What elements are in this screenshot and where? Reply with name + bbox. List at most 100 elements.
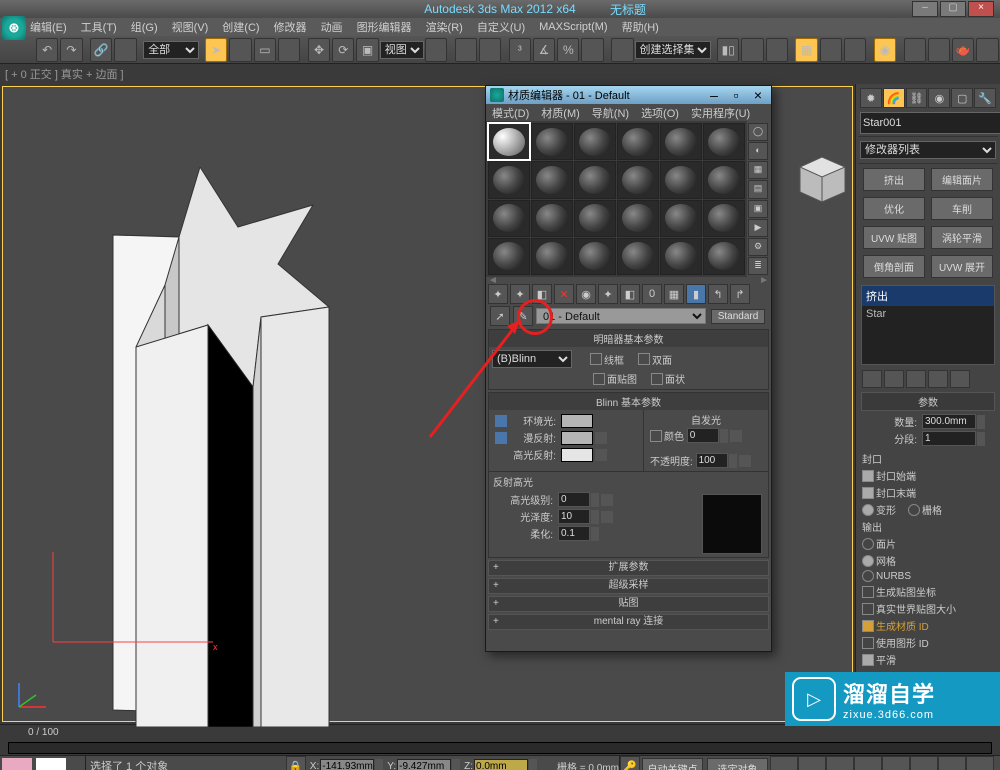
- input-soften[interactable]: 0.1: [558, 526, 590, 541]
- spinner-segs[interactable]: [977, 432, 985, 446]
- rotate-button[interactable]: ⟳: [332, 38, 354, 62]
- pct-snap-button[interactable]: %: [557, 38, 579, 62]
- prev-frame-button[interactable]: [798, 756, 826, 770]
- menu-modify[interactable]: 修改器: [274, 19, 307, 35]
- input-amount[interactable]: 300.0mm: [922, 414, 976, 429]
- material-name-input[interactable]: 01 - Default: [536, 308, 706, 324]
- selection-set[interactable]: 创建选择集: [635, 41, 711, 59]
- track-bar[interactable]: [8, 742, 992, 754]
- me-menu-nav[interactable]: 导航(N): [592, 105, 629, 121]
- btn-turbo[interactable]: 涡轮平滑: [931, 226, 993, 249]
- input-segs[interactable]: 1: [922, 431, 976, 446]
- stack-unique-button[interactable]: [906, 370, 926, 388]
- rollout-mentalray[interactable]: mental ray 连接: [488, 614, 769, 630]
- shader-select[interactable]: (B)Blinn: [492, 350, 572, 368]
- menu-create[interactable]: 创建(C): [222, 19, 259, 35]
- sample-slot[interactable]: [703, 123, 745, 160]
- me-showmap-button[interactable]: ▦: [664, 284, 684, 304]
- render-setup-button[interactable]: [904, 38, 926, 62]
- tab-utilities[interactable]: 🔧: [974, 88, 996, 108]
- coord-x[interactable]: -141.93mm: [320, 759, 374, 770]
- gloss-map-button[interactable]: [601, 511, 613, 523]
- me-backlight-button[interactable]: ◐: [748, 142, 768, 160]
- menu-view[interactable]: 视图(V): [172, 19, 209, 35]
- me-sortbyid-button[interactable]: ≣: [748, 257, 768, 275]
- btn-optimize[interactable]: 优化: [863, 197, 925, 220]
- chk-realworld[interactable]: [862, 603, 874, 615]
- sample-slot-1[interactable]: [488, 123, 530, 160]
- modifier-list[interactable]: 修改器列表: [860, 141, 996, 159]
- filter-select[interactable]: 全部: [143, 41, 198, 59]
- menu-graph[interactable]: 图形编辑器: [357, 19, 412, 35]
- me-menu-mode[interactable]: 模式(D): [492, 105, 529, 121]
- me-puttolib-button[interactable]: ◧: [620, 284, 640, 304]
- tab-modify[interactable]: 🌈: [883, 88, 905, 108]
- input-speclevel[interactable]: 0: [558, 492, 590, 507]
- link-button[interactable]: 🔗: [90, 38, 112, 62]
- spinner-amount[interactable]: [977, 415, 985, 429]
- next-frame-button[interactable]: [854, 756, 882, 770]
- snap-button[interactable]: ³: [509, 38, 531, 62]
- menu-tools[interactable]: 工具(T): [81, 19, 117, 35]
- chk-useids[interactable]: [862, 637, 874, 649]
- curve-editor-button[interactable]: [820, 38, 842, 62]
- btn-editpatch[interactable]: 编辑面片: [931, 168, 993, 191]
- me-options-button[interactable]: ⚙: [748, 238, 768, 256]
- schematic-button[interactable]: [844, 38, 866, 62]
- sample-slot[interactable]: [660, 161, 702, 198]
- menu-anim[interactable]: 动画: [321, 19, 343, 35]
- nav-zoom-button[interactable]: [966, 756, 994, 770]
- script-record-button[interactable]: [2, 758, 32, 770]
- sample-slot[interactable]: [617, 200, 659, 237]
- tab-motion[interactable]: ◉: [928, 88, 950, 108]
- redo-button[interactable]: ↷: [60, 38, 82, 62]
- sample-slot[interactable]: [660, 238, 702, 275]
- sample-slot[interactable]: [617, 123, 659, 160]
- lock-diffuse-icon[interactable]: [495, 432, 507, 444]
- me-menu-options[interactable]: 选项(O): [641, 105, 679, 121]
- unlink-button[interactable]: [114, 38, 136, 62]
- radio-grid[interactable]: [908, 504, 920, 516]
- select-name-button[interactable]: [229, 38, 251, 62]
- speclevel-map-button[interactable]: [601, 494, 613, 506]
- radio-mesh[interactable]: [862, 555, 874, 567]
- me-makecopy-button[interactable]: ◉: [576, 284, 596, 304]
- stack-showend-button[interactable]: [884, 370, 904, 388]
- opacity-map-button[interactable]: [739, 455, 751, 467]
- sample-slot[interactable]: [617, 161, 659, 198]
- stack-item-extrude[interactable]: 挤出: [862, 286, 994, 306]
- stack-pin-button[interactable]: [862, 370, 882, 388]
- menu-help[interactable]: 帮助(H): [622, 19, 659, 35]
- me-getmaterial-button[interactable]: ✦: [488, 284, 508, 304]
- rollout-params[interactable]: 参数: [861, 392, 995, 411]
- selkey-button[interactable]: 选定对象: [707, 758, 768, 770]
- specular-map-button[interactable]: [595, 449, 607, 461]
- diffuse-swatch[interactable]: [561, 431, 593, 445]
- tab-display[interactable]: ▢: [951, 88, 973, 108]
- menu-edit[interactable]: 编辑(E): [30, 19, 67, 35]
- stack-remove-button[interactable]: [928, 370, 948, 388]
- sample-slot[interactable]: [574, 123, 616, 160]
- me-menu-utility[interactable]: 实用程序(U): [691, 105, 750, 121]
- chk-capstart[interactable]: [862, 470, 874, 482]
- btn-extrude[interactable]: 挤出: [863, 168, 925, 191]
- goto-end-button[interactable]: [882, 756, 910, 770]
- me-makeunique-button[interactable]: ✦: [598, 284, 618, 304]
- sample-slot[interactable]: [660, 123, 702, 160]
- app-logo-icon[interactable]: ⊛: [2, 16, 26, 40]
- sample-slot[interactable]: [574, 200, 616, 237]
- nav-pan-button[interactable]: [938, 756, 966, 770]
- me-assign-button[interactable]: ◧: [532, 284, 552, 304]
- me-matid-button[interactable]: 0: [642, 284, 662, 304]
- chk-smooth[interactable]: [862, 654, 874, 666]
- radio-patch[interactable]: [862, 538, 874, 550]
- undo-button[interactable]: ↶: [36, 38, 58, 62]
- rendered-frame-button[interactable]: [928, 38, 950, 62]
- select-rect-button[interactable]: ▭: [254, 38, 276, 62]
- chk-facemap[interactable]: [593, 373, 605, 385]
- scale-button[interactable]: ▣: [356, 38, 378, 62]
- render-last-button[interactable]: [976, 38, 998, 62]
- me-gotoparent-button[interactable]: ↰: [708, 284, 728, 304]
- sample-slot[interactable]: [531, 123, 573, 160]
- play-button[interactable]: [826, 756, 854, 770]
